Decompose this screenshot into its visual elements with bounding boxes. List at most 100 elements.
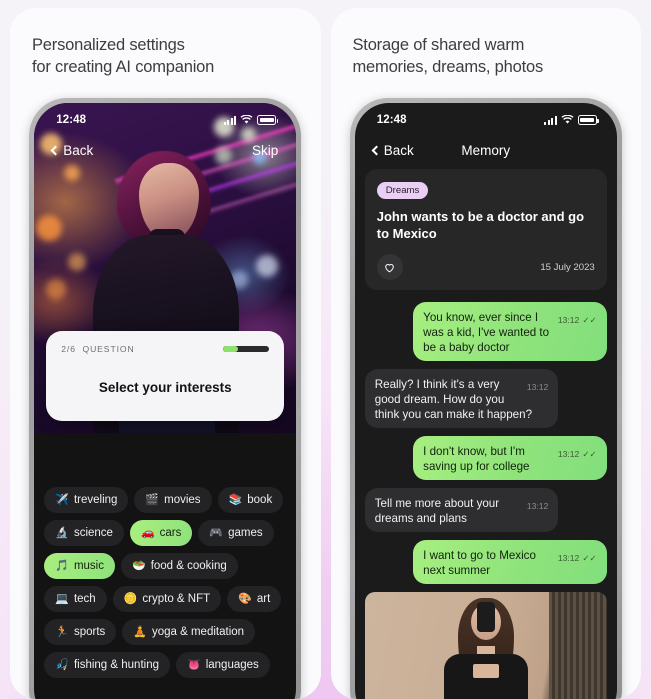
message-time: 13:12 [526,382,549,392]
message-text: Really? I think it's a very good dream. … [374,378,533,421]
memory-card[interactable]: Dreams John wants to be a doctor and go … [364,169,607,290]
chat-bubble-outgoing[interactable]: 13:12 ✓✓ I want to go to Mexico next summe… [413,540,607,584]
chip-emoji-icon: ✈️ [55,493,69,506]
cellular-bars-icon [223,115,237,125]
skip-button[interactable]: Skip [252,143,278,158]
interest-chip-science[interactable]: 🔬 science [44,520,124,546]
memory-text: John wants to be a doctor and go to Mexi… [376,209,585,241]
message-text: I don't know, but I'm saving up for coll… [423,445,530,473]
progress-fill [223,346,239,352]
interest-chip-tech[interactable]: 💻 tech [44,586,107,612]
chat-row: 13:12 Really? I think it's a very good dr… [364,369,607,428]
interest-chip-cars[interactable]: 🚗 cars [129,520,193,546]
shared-photo[interactable] [364,592,607,699]
read-receipt-icon: ✓✓ [582,553,597,563]
question-step-count: 2/6 [61,344,76,354]
back-button[interactable]: Back [50,143,93,158]
message-meta: 13:12 ✓✓ [558,313,597,328]
bokeh-light [256,255,279,277]
message-meta: 13:12 [527,499,549,514]
chat-bubble-outgoing[interactable]: 13:12 ✓✓ You know, ever since I was a kid,… [413,302,607,361]
message-meta: 13:12 ✓✓ [558,447,597,462]
chip-emoji-icon: 📚 [228,493,243,506]
wifi-icon [561,115,574,124]
cards-container: Personalized settings for creating AI co… [0,0,651,699]
question-card-header: 2/6 QUESTION [61,344,270,354]
message-text: You know, ever since I was a kid, I've w… [423,311,550,354]
status-badge: Dreams [376,182,429,199]
chip-emoji-icon: 🎮 [209,526,224,539]
chat-bubble-incoming[interactable]: 13:12 Tell me more about your dreams and … [364,488,559,532]
chip-label: tech [73,593,96,605]
chevron-left-icon [50,145,61,155]
status-icons [544,115,599,125]
interest-chip-movies[interactable]: 🎬 movies [134,487,212,513]
chip-label: sports [73,626,106,638]
interest-chips-list: ✈️ treveling 🎬 movies 📚 book 🔬 science 🚗 cars 🎮 gam… [34,481,296,699]
back-button[interactable]: Back [371,143,414,158]
chat-bubble-incoming[interactable]: 13:12 Really? I think it's a very good dr… [364,369,559,428]
chip-emoji-icon: 🎣 [55,658,69,671]
memory-scroll-area[interactable]: Dreams John wants to be a doctor and go … [355,167,617,699]
chat-row: 13:12 ✓✓ I don't know, but I'm saving up f… [365,436,607,480]
chip-emoji-icon: 🚗 [140,526,155,539]
cellular-bars-icon [544,115,557,125]
interest-chip-music[interactable]: 🎵 music [44,553,115,579]
interest-chip-food-cooking[interactable]: 🥗 food & cooking [120,553,238,579]
chat-messages: 13:12 ✓✓ You know, ever since I was a kid,… [355,290,617,584]
interest-chip-sports[interactable]: 🏃 sports [44,619,117,645]
message-meta: 13:12 [527,380,549,395]
question-step: 2/6 QUESTION [61,344,134,354]
chat-row: 13:12 Tell me more about your dreams and … [364,488,607,532]
chat-bubble-outgoing[interactable]: 13:12 ✓✓ I don't know, but I'm saving up f… [413,436,607,480]
right-phone-screen: 12:48 Back Memory Dreams John wants to b… [354,103,617,699]
chip-label: art [256,593,271,605]
read-receipt-icon: ✓✓ [582,315,597,325]
question-card: 2/6 QUESTION Select your interests [46,331,285,421]
interest-chip-crypto-nft[interactable]: 🪙 crypto & NFT [112,586,222,612]
left-nav-bar: Back Skip [34,133,296,167]
left-phone-mockup: 12:48 Back Skip 2/6 QUESTION Select your… [29,98,302,699]
chevron-left-icon [371,145,382,155]
status-icons [223,115,279,125]
chat-row: 13:12 ✓✓ I want to go to Mexico next summe… [365,540,607,584]
interest-chip-yoga-meditation[interactable]: 🧘 yoga & meditation [122,619,256,645]
left-feature-card: Personalized settings for creating AI co… [10,8,321,699]
right-card-title: Storage of shared warm memories, dreams,… [352,36,544,76]
memory-card-footer: 15 July 2023 [376,254,595,280]
chip-label: music [73,560,104,572]
photo-person-phone [476,602,495,632]
chip-emoji-icon: 🎵 [55,559,69,572]
wifi-icon [240,115,253,124]
message-time: 13:12 [557,553,580,563]
left-status-bar: 12:48 [34,103,296,133]
heart-icon [385,263,395,272]
question-text: Select your interests [98,380,232,395]
question-step-label: QUESTION [82,344,135,354]
left-card-title: Personalized settings for creating AI co… [32,36,215,76]
chip-emoji-icon: 👅 [187,658,201,671]
right-feature-card: Storage of shared warm memories, dreams,… [330,8,641,699]
right-phone-mockup: 12:48 Back Memory Dreams John wants to b… [349,98,622,699]
chip-label: crypto & NFT [142,593,211,605]
photo-wall [548,592,607,699]
chip-label: yoga & meditation [151,626,245,638]
message-text: Tell me more about your dreams and plans [374,497,500,525]
chip-emoji-icon: 🏃 [55,625,69,638]
status-time: 12:48 [376,114,407,126]
interest-chip-fishing-hunting[interactable]: 🎣 fishing & hunting [44,652,170,678]
right-status-bar: 12:48 [355,103,617,133]
interest-chip-art[interactable]: 🎨 art [227,586,282,612]
interest-chip-languages[interactable]: 👅 languages [176,652,270,678]
message-text: I want to go to Mexico next summer [423,549,536,577]
chip-label: book [247,494,273,506]
chip-label: cars [159,527,182,539]
interest-chip-book[interactable]: 📚 book [217,487,284,513]
like-button[interactable] [376,254,403,280]
interest-chip-treveling[interactable]: ✈️ treveling [44,487,129,513]
message-time: 13:12 [557,449,580,459]
message-time: 13:12 [526,501,549,511]
status-time: 12:48 [56,114,87,126]
right-nav-bar: Back Memory [355,133,617,167]
interest-chip-games[interactable]: 🎮 games [198,520,274,546]
